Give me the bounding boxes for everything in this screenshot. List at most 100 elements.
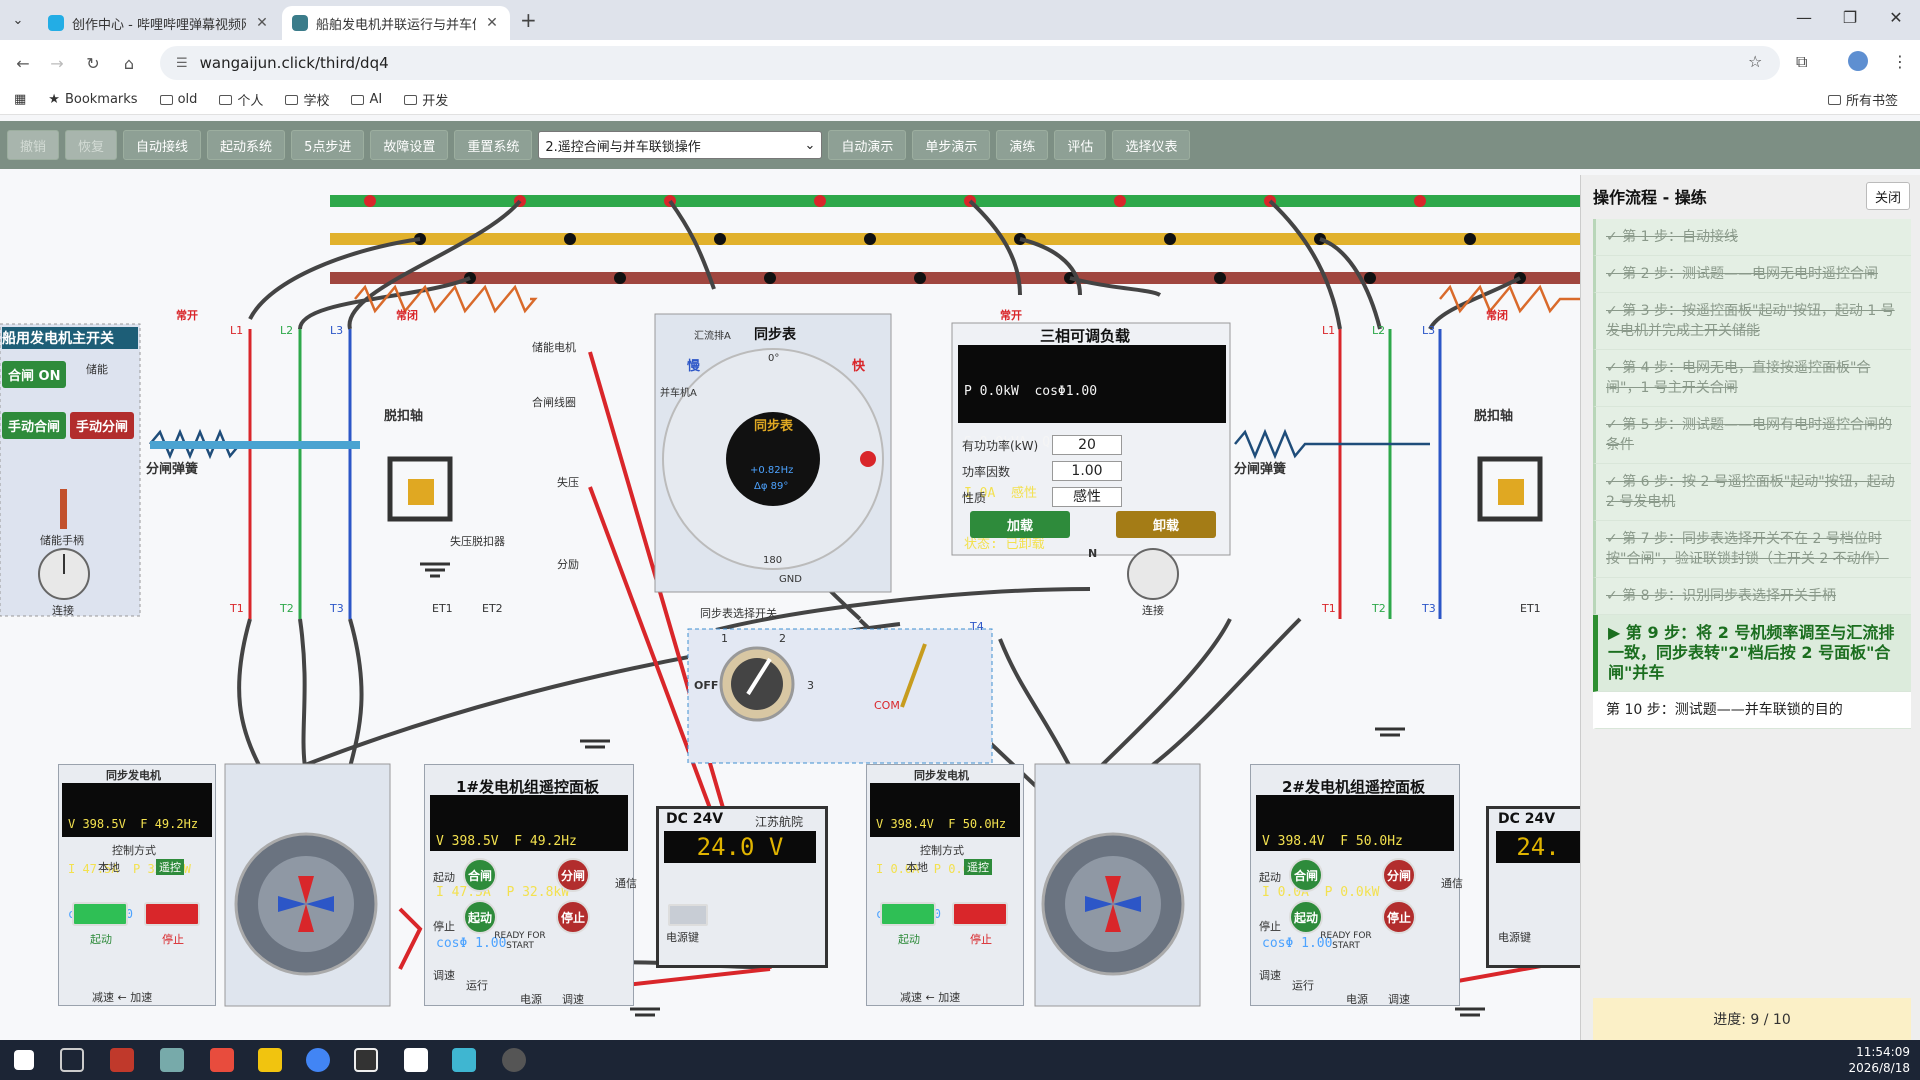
load-type-input[interactable]: 感性 <box>1052 487 1122 507</box>
remote-label-2: 遥控 <box>964 859 992 875</box>
close-window-icon[interactable]: ✕ <box>1876 8 1916 27</box>
panel1-stop-button[interactable]: 停止 <box>556 900 590 934</box>
reset-system-button[interactable]: 重置系统 <box>454 130 533 160</box>
dc-voltage-2: 24. <box>1496 831 1580 863</box>
panel1-close-button[interactable]: 合闸 <box>463 858 497 892</box>
star-icon[interactable]: ☆ <box>1748 52 1762 71</box>
folder-icon <box>159 94 173 105</box>
new-tab-button[interactable]: + <box>520 8 537 32</box>
practice-button[interactable]: 演练 <box>996 130 1049 160</box>
restore-icon[interactable]: ❐ <box>1830 8 1870 27</box>
panel2-stop-button[interactable]: 停止 <box>1382 900 1416 934</box>
close-on-indicator: 合闸 ON <box>2 361 67 388</box>
windows-start-icon[interactable] <box>14 1050 34 1070</box>
step-item-10[interactable]: 第 10 步：测试题——并车联锁的目的 <box>1593 692 1911 729</box>
extensions-icon[interactable]: ⧉ <box>1796 52 1807 72</box>
step-demo-button[interactable]: 单步演示 <box>912 130 991 160</box>
forward-icon[interactable]: → <box>44 50 70 76</box>
task-view-icon[interactable] <box>60 1048 84 1072</box>
app-icon-3[interactable] <box>354 1048 378 1072</box>
app-icon-2[interactable] <box>160 1048 184 1072</box>
dc-key-label-1: 电源键 <box>666 931 699 944</box>
bookmark-dev[interactable]: 开发 <box>404 90 448 109</box>
step-item-8[interactable]: ✓ 第 8 步：识别同步表选择开关手柄 <box>1593 578 1911 615</box>
sync-indicator-lamp <box>860 451 876 467</box>
panel2-open-button[interactable]: 分闸 <box>1382 858 1416 892</box>
load-button[interactable]: 加载 <box>970 511 1070 538</box>
typora-icon[interactable] <box>404 1048 428 1072</box>
five-point-step-button[interactable]: 5点步进 <box>291 130 365 160</box>
gen2-start-label: 起动 <box>898 933 920 946</box>
fault-settings-button[interactable]: 故障设置 <box>370 130 449 160</box>
back-icon[interactable]: ← <box>10 50 36 76</box>
step-item-2[interactable]: ✓ 第 2 步：测试题——电网无电时遥控合闸 <box>1593 256 1911 293</box>
undo-button[interactable]: 撤销 <box>7 130 60 160</box>
step-item-9[interactable]: ▶ 第 9 步：将 2 号机频率调至与汇流排一致，同步表转"2"档后按 2 号面… <box>1593 615 1911 692</box>
bookmark-old[interactable]: old <box>159 92 197 107</box>
panel1-open-button[interactable]: 分闸 <box>556 858 590 892</box>
trip-spring-label-2: 分闸弹簧 <box>1234 462 1287 477</box>
bookmark-bookmarks[interactable]: ★ Bookmarks <box>48 92 137 107</box>
power-label-1: 电源 <box>520 993 542 1006</box>
address-bar[interactable]: ☰ wangaijun.click/third/dq4 <box>160 46 1780 80</box>
chrome-icon[interactable] <box>306 1048 330 1072</box>
avatar[interactable] <box>1848 51 1868 71</box>
bookmark-personal[interactable]: 个人 <box>219 90 263 109</box>
auto-demo-button[interactable]: 自动演示 <box>828 130 907 160</box>
unload-button[interactable]: 卸载 <box>1116 511 1216 538</box>
dc-power-key-1[interactable] <box>668 904 708 926</box>
close-panel-button[interactable]: 关闭 <box>1866 182 1910 210</box>
bookmark-ai[interactable]: AI <box>351 92 382 107</box>
bookmark-school[interactable]: 学校 <box>285 90 329 109</box>
sync-inner-title: 同步表 <box>754 419 794 434</box>
auto-wire-button[interactable]: 自动接线 <box>123 130 202 160</box>
apps-icon[interactable]: ▦ <box>14 92 26 107</box>
select-meter-button[interactable]: 选择仪表 <box>1112 130 1191 160</box>
close-tab-icon[interactable]: ✕ <box>254 15 270 31</box>
nc-contact-label: 常闭 <box>396 309 418 322</box>
tab-simulation[interactable]: 船舶发电机并联运行与并车仿真 ✕ <box>282 6 510 40</box>
step-item-1[interactable]: ✓ 第 1 步：自动接线 <box>1593 219 1911 256</box>
app-icon-5[interactable] <box>502 1048 526 1072</box>
gen1-start-button[interactable] <box>72 902 128 926</box>
reload-icon[interactable]: ↻ <box>80 50 106 76</box>
active-power-input[interactable]: 20 <box>1052 435 1122 455</box>
phase-label-l1: L1 <box>230 324 244 337</box>
manual-open-button[interactable]: 手动分闸 <box>70 412 135 439</box>
gen2-start-button[interactable] <box>880 902 936 926</box>
app-icon-1[interactable] <box>110 1048 134 1072</box>
file-explorer-icon[interactable] <box>258 1048 282 1072</box>
progress-indicator: 进度: 9 / 10 <box>1593 998 1911 1040</box>
remote-panel-1-lcd: V 398.5V F 49.2Hz I 47.5A P 32.8kW cosΦ … <box>430 795 628 951</box>
step-item-3[interactable]: ✓ 第 3 步：按遥控面板"起动"按钮，起动 1 号发电机并完成主开关储能 <box>1593 293 1911 350</box>
wps-icon[interactable] <box>210 1048 234 1072</box>
step-item-7[interactable]: ✓ 第 7 步：同步表选择开关不在 2 号档位时按"合闸"，验证联锁封锁（主开关… <box>1593 521 1911 578</box>
panel2-close-button[interactable]: 合闸 <box>1289 858 1323 892</box>
redo-button[interactable]: 恢复 <box>65 130 118 160</box>
close-tab-icon[interactable]: ✕ <box>484 15 500 31</box>
step-item-5[interactable]: ✓ 第 5 步：测试题——电网有电时遥控合闸的条件 <box>1593 407 1911 464</box>
simulation-canvas[interactable]: 船用发电机主开关 合闸 ON 储能 手动合闸 手动分闸 储能手柄 连接 常开 常… <box>0 169 1580 1040</box>
energy-handle[interactable] <box>60 489 67 529</box>
tab-search-icon[interactable]: ⌄ <box>6 8 30 32</box>
step-item-6[interactable]: ✓ 第 6 步：按 2 号遥控面板"起动"按钮，起动 2 号发电机 <box>1593 464 1911 521</box>
taskbar: 11:54:09 2026/8/18 <box>0 1040 1920 1080</box>
step-item-4[interactable]: ✓ 第 4 步：电网无电，直接按遥控面板"合闸"，1 号主开关合闸 <box>1593 350 1911 407</box>
panel1-start-button[interactable]: 起动 <box>463 900 497 934</box>
site-settings-icon[interactable]: ☰ <box>176 56 188 71</box>
manual-close-button[interactable]: 手动合闸 <box>2 412 67 439</box>
mode-select[interactable]: 2.遥控合闸与并车联锁操作 ⌄ <box>538 131 823 159</box>
panel2-start-button[interactable]: 起动 <box>1289 900 1323 934</box>
evaluate-button[interactable]: 评估 <box>1054 130 1107 160</box>
start-system-button[interactable]: 起动系统 <box>207 130 286 160</box>
gen1-stop-button[interactable] <box>144 902 200 926</box>
app-icon-4[interactable] <box>452 1048 476 1072</box>
minimize-icon[interactable]: — <box>1784 8 1824 27</box>
menu-icon[interactable]: ⋮ <box>1892 52 1908 71</box>
connect-label-2: 连接 <box>1142 604 1164 617</box>
all-bookmarks[interactable]: 所有书签 <box>1827 90 1898 109</box>
tab-bilibili[interactable]: 创作中心 - 哔哩哔哩弹幕视频网 ✕ <box>38 6 280 40</box>
power-factor-input[interactable]: 1.00 <box>1052 461 1122 481</box>
home-icon[interactable]: ⌂ <box>116 50 142 76</box>
gen2-stop-button[interactable] <box>952 902 1008 926</box>
